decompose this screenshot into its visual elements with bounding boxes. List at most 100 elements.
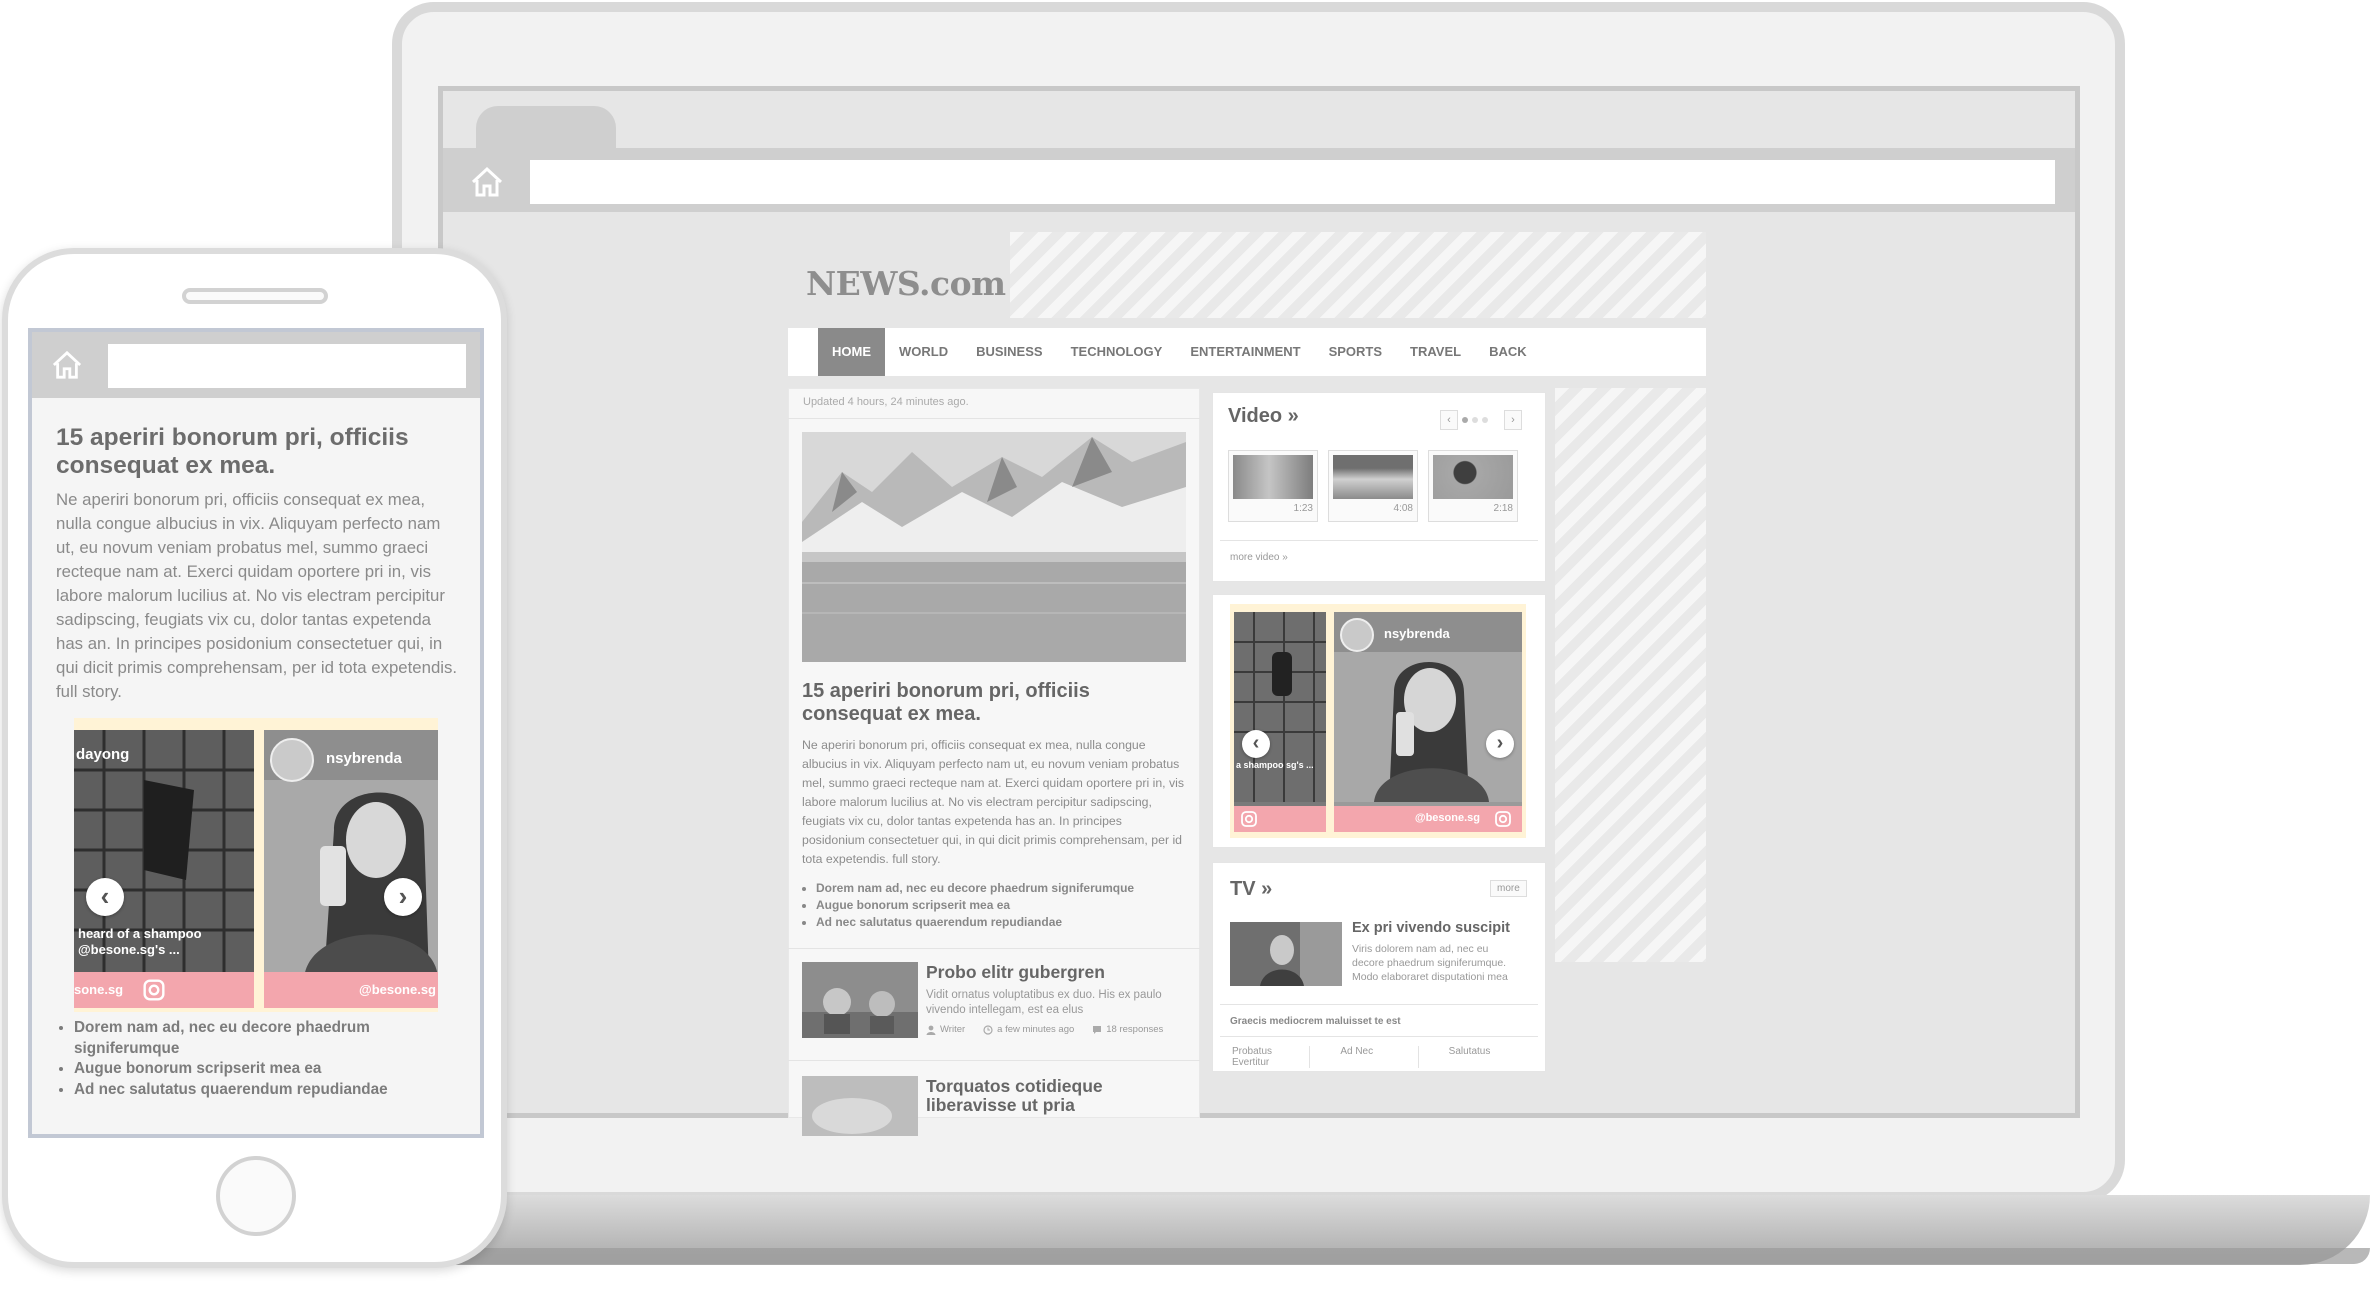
instagram-footer: sone.sg	[74, 972, 254, 1008]
divider	[788, 948, 1200, 949]
pager-dot[interactable]	[1472, 417, 1478, 423]
video-duration: 4:08	[1393, 503, 1413, 514]
main-nav: HOME WORLD BUSINESS TECHNOLOGY ENTERTAIN…	[788, 328, 1706, 376]
more-video-link[interactable]: more video »	[1230, 552, 1288, 563]
instagram-next-button[interactable]: ›	[1486, 730, 1514, 758]
instagram-post[interactable]: nsybrenda @besone.sg	[264, 730, 438, 1008]
phone-instagram-feed: dayong heard of a shampoo @besone.sg's .…	[74, 718, 438, 1012]
video-widget-title[interactable]: Video »	[1228, 405, 1299, 428]
nav-item-back[interactable]: BACK	[1475, 328, 1541, 376]
nav-item-travel[interactable]: TRAVEL	[1396, 328, 1475, 376]
tv-subheadline[interactable]: Graecis mediocrem maluisset te est	[1230, 1016, 1401, 1027]
tv-widget-title[interactable]: TV »	[1230, 878, 1272, 901]
story-thumbnail[interactable]	[802, 1076, 918, 1136]
instagram-handle[interactable]: @besone.sg	[359, 982, 436, 997]
story-title[interactable]: Probo elitr gubergren	[926, 962, 1105, 983]
phone-speaker	[182, 288, 328, 304]
instagram-username[interactable]: nsybrenda	[326, 750, 402, 767]
instagram-handle[interactable]: sone.sg	[74, 982, 123, 997]
list-item[interactable]: Ad nec salutatus quaerendum repudiandae	[74, 1080, 476, 1101]
tv-thumbnail[interactable]	[1230, 922, 1342, 986]
video-duration: 2:18	[1493, 503, 1513, 514]
divider	[788, 1060, 1200, 1061]
instagram-username[interactable]: dayong	[76, 746, 129, 763]
main-article-title[interactable]: 15 aperiri bonorum pri, officiis consequ…	[802, 680, 1186, 726]
instagram-icon[interactable]	[142, 978, 166, 1002]
divider	[1220, 1004, 1538, 1005]
instagram-footer	[1234, 806, 1326, 832]
story-thumbnail[interactable]	[802, 962, 918, 1038]
phone-article-title[interactable]: 15 aperiri bonorum pri, officiis consequ…	[56, 424, 460, 480]
nav-item-technology[interactable]: TECHNOLOGY	[1057, 328, 1177, 376]
instagram-post[interactable]: a shampoo sg's ...	[1234, 612, 1326, 832]
phone-home-button[interactable]	[216, 1156, 296, 1236]
phone-address-bar[interactable]	[108, 344, 466, 388]
divider	[1220, 540, 1538, 541]
home-icon[interactable]	[470, 166, 504, 198]
video-pager: ‹ ›	[1440, 410, 1522, 430]
laptop-base-shadow	[330, 1248, 2370, 1264]
list-item[interactable]: Dorem nam ad, nec eu decore phaedrum sig…	[74, 1018, 476, 1059]
tv-link[interactable]: Salutatus	[1419, 1046, 1526, 1068]
nav-item-world[interactable]: WORLD	[885, 328, 962, 376]
home-icon[interactable]	[50, 350, 84, 380]
clock-icon	[983, 1024, 993, 1035]
site-logo[interactable]: NEWS.com	[806, 264, 1006, 303]
main-article-photo[interactable]	[802, 432, 1186, 662]
avatar[interactable]	[1340, 618, 1374, 652]
instagram-prev-button[interactable]: ‹	[86, 878, 124, 916]
instagram-icon[interactable]	[1494, 810, 1512, 828]
story-meta: Writer a few minutes ago 18 responses	[926, 1024, 1163, 1035]
video-item[interactable]: 4:08	[1328, 450, 1418, 522]
tv-headline[interactable]: Ex pri vivendo suscipit	[1352, 920, 1510, 936]
instagram-caption: a shampoo sg's ...	[1236, 760, 1314, 770]
divider	[788, 418, 1200, 419]
updated-timestamp: Updated 4 hours, 24 minutes ago.	[803, 396, 969, 408]
pager-dot[interactable]	[1462, 417, 1468, 423]
instagram-prev-button[interactable]: ‹	[1242, 730, 1270, 758]
tv-link[interactable]: Probatus Evertitur	[1230, 1046, 1311, 1068]
list-item[interactable]: Augue bonorum scripserit mea ea	[74, 1059, 476, 1080]
tv-link[interactable]: Ad Nec	[1310, 1046, 1419, 1068]
instagram-icon[interactable]	[1240, 810, 1258, 828]
main-article-bullets: Dorem nam ad, nec eu decore phaedrum sig…	[802, 880, 1186, 931]
browser-tab[interactable]	[476, 106, 616, 154]
nav-item-business[interactable]: BUSINESS	[962, 328, 1056, 376]
user-icon	[926, 1025, 936, 1035]
video-prev-button[interactable]: ‹	[1440, 410, 1458, 430]
list-item[interactable]: Augue bonorum scripserit mea ea	[816, 897, 1186, 914]
phone-article-bullets: Dorem nam ad, nec eu decore phaedrum sig…	[56, 1018, 476, 1100]
tv-links: Probatus Evertitur Ad Nec Salutatus	[1230, 1046, 1526, 1068]
phone-article-body: Ne aperiri bonorum pri, officiis consequ…	[56, 490, 458, 701]
instagram-handle[interactable]: @besone.sg	[1415, 812, 1480, 824]
avatar[interactable]	[270, 738, 314, 782]
video-duration: 1:23	[1293, 503, 1313, 514]
divider	[1220, 1036, 1538, 1037]
nav-item-home[interactable]: HOME	[818, 328, 885, 376]
instagram-next-button[interactable]: ›	[384, 878, 422, 916]
instagram-footer: @besone.sg	[1334, 806, 1522, 832]
nav-item-entertainment[interactable]: ENTERTAINMENT	[1176, 328, 1314, 376]
main-article-body: Ne aperiri bonorum pri, officiis consequ…	[802, 738, 1185, 866]
instagram-feed: a shampoo sg's ... nsybrenda @besone.sg …	[1230, 604, 1526, 838]
tv-description: Viris dolorem nam ad, nec eu decore phae…	[1352, 943, 1508, 983]
instagram-post[interactable]: nsybrenda @besone.sg	[1334, 612, 1522, 832]
story-author[interactable]: Writer	[940, 1024, 965, 1035]
video-item[interactable]: 2:18	[1428, 450, 1518, 522]
list-item[interactable]: Ad nec salutatus quaerendum repudiandae	[816, 914, 1186, 931]
instagram-caption: heard of a shampoo @besone.sg's ...	[78, 926, 202, 957]
instagram-username[interactable]: nsybrenda	[1384, 626, 1450, 641]
nav-item-sports[interactable]: SPORTS	[1315, 328, 1396, 376]
tv-more-button[interactable]: more	[1490, 880, 1527, 897]
list-item[interactable]: Dorem nam ad, nec eu decore phaedrum sig…	[816, 880, 1186, 897]
ad-sidebar	[1555, 388, 1706, 962]
pager-dot[interactable]	[1482, 417, 1488, 423]
video-thumbnails: 1:23 4:08 2:18	[1228, 450, 1518, 522]
video-item[interactable]: 1:23	[1228, 450, 1318, 522]
story-title[interactable]: Torquatos cotidieque liberavisse ut pria	[926, 1077, 1196, 1115]
ad-banner	[1010, 232, 1706, 318]
video-next-button[interactable]: ›	[1504, 410, 1522, 430]
story-responses[interactable]: 18 responses	[1106, 1024, 1163, 1035]
address-bar[interactable]	[530, 160, 2055, 204]
instagram-post[interactable]: dayong heard of a shampoo @besone.sg's .…	[74, 730, 254, 1008]
